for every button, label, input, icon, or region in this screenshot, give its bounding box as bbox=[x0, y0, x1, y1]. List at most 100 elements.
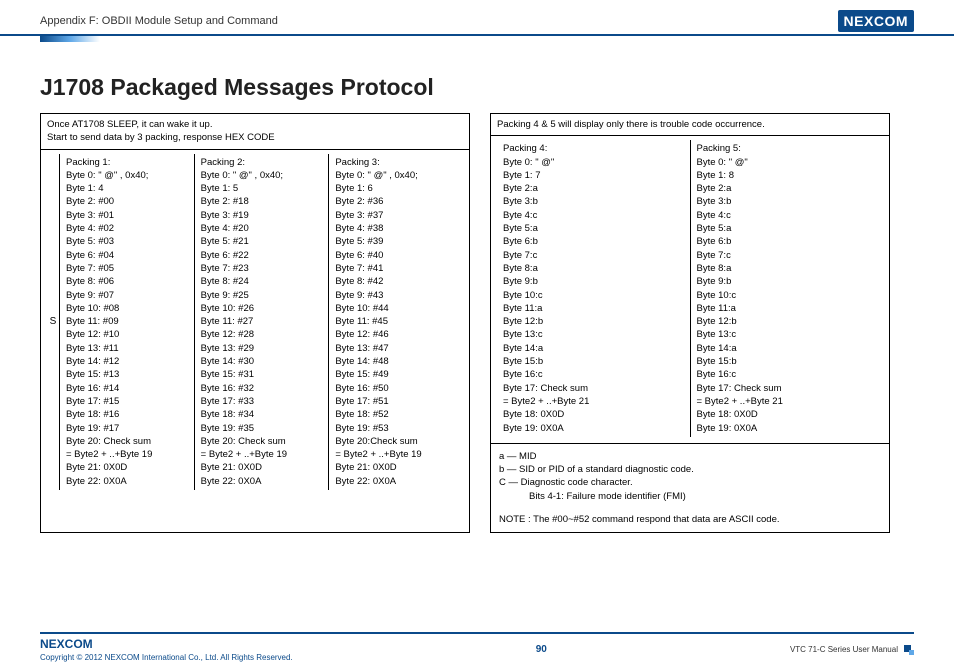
byte-line: Byte 1: 7 bbox=[503, 169, 684, 182]
byte-line: Byte 4:c bbox=[503, 209, 684, 222]
page-header: Appendix F: OBDII Module Setup and Comma… bbox=[0, 0, 954, 36]
byte-line: Byte 2:a bbox=[697, 182, 878, 195]
byte-line: Byte 14:a bbox=[697, 342, 878, 355]
byte-line: Byte 11:a bbox=[697, 302, 878, 315]
byte-line: Byte 19: 0X0A bbox=[503, 422, 684, 435]
page-footer: NEXCOM Copyright © 2012 NEXCOM Internati… bbox=[40, 632, 914, 662]
byte-line: Byte 15: #49 bbox=[335, 368, 457, 381]
content-area: Once AT1708 SLEEP, it can wake it up. St… bbox=[0, 113, 954, 533]
box1-header: Once AT1708 SLEEP, it can wake it up. St… bbox=[41, 114, 469, 150]
page-title: J1708 Packaged Messages Protocol bbox=[40, 74, 954, 101]
box1-body: S Packing 1:Byte 0: " @" , 0x40;Byte 1: … bbox=[41, 150, 469, 496]
byte-line: Byte 7: #41 bbox=[335, 262, 457, 275]
byte-line: Byte 6: #40 bbox=[335, 249, 457, 262]
byte-line: Packing 4: bbox=[503, 142, 684, 155]
byte-line: Byte 15:b bbox=[697, 355, 878, 368]
byte-line: Byte 18: #52 bbox=[335, 408, 457, 421]
byte-line: Byte 19: #35 bbox=[201, 422, 323, 435]
byte-line: Byte 18: #34 bbox=[201, 408, 323, 421]
byte-line: = Byte2 + ..+Byte 19 bbox=[201, 448, 323, 461]
byte-line: Byte 10: #08 bbox=[66, 302, 188, 315]
byte-line: Byte 5: #39 bbox=[335, 235, 457, 248]
byte-line: Byte 16: #50 bbox=[335, 382, 457, 395]
byte-line: Byte 21: 0X0D bbox=[335, 461, 457, 474]
page-number: 90 bbox=[536, 644, 547, 655]
byte-line: Byte 14: #12 bbox=[66, 355, 188, 368]
byte-line: Packing 3: bbox=[335, 156, 457, 169]
packing3-col: Packing 3:Byte 0: " @" , 0x40;Byte 1: 6B… bbox=[329, 154, 463, 490]
byte-line: Byte 18: #16 bbox=[66, 408, 188, 421]
byte-line: Byte 14:a bbox=[503, 342, 684, 355]
byte-line: Byte 9:b bbox=[697, 275, 878, 288]
byte-line: Byte 21: 0X0D bbox=[201, 461, 323, 474]
byte-line: Byte 16:c bbox=[503, 368, 684, 381]
legend-a: a — MID bbox=[499, 450, 881, 463]
packing5-col: Packing 5:Byte 0: " @"Byte 1: 8Byte 2:aB… bbox=[691, 140, 884, 437]
byte-line: Byte 5: #03 bbox=[66, 235, 188, 248]
byte-line: Byte 13:c bbox=[503, 328, 684, 341]
byte-line: = Byte2 + ..+Byte 21 bbox=[503, 395, 684, 408]
byte-line: Byte 20: Check sum bbox=[201, 435, 323, 448]
byte-line: Byte 6:b bbox=[503, 235, 684, 248]
byte-line: Byte 13: #47 bbox=[335, 342, 457, 355]
packing2-col: Packing 2:Byte 0: " @" , 0x40;Byte 1: 5B… bbox=[195, 154, 330, 490]
byte-line: Byte 10:c bbox=[503, 289, 684, 302]
byte-line: Byte 22: 0X0A bbox=[201, 475, 323, 488]
byte-line: Byte 4: #38 bbox=[335, 222, 457, 235]
byte-line: Byte 2: #36 bbox=[335, 195, 457, 208]
byte-line: Byte 9:b bbox=[503, 275, 684, 288]
byte-line: Byte 7: #23 bbox=[201, 262, 323, 275]
byte-line: Byte 17: #15 bbox=[66, 395, 188, 408]
byte-line: Byte 10: #26 bbox=[201, 302, 323, 315]
byte-line: Byte 6: #04 bbox=[66, 249, 188, 262]
byte-line: Byte 9: #07 bbox=[66, 289, 188, 302]
byte-line: Byte 13: #29 bbox=[201, 342, 323, 355]
byte-line: Byte 12: #28 bbox=[201, 328, 323, 341]
byte-line: Byte 22: 0X0A bbox=[335, 475, 457, 488]
byte-line: Byte 13:c bbox=[697, 328, 878, 341]
byte-line: Byte 19: #53 bbox=[335, 422, 457, 435]
byte-line: Packing 5: bbox=[697, 142, 878, 155]
byte-line: Byte 4:c bbox=[697, 209, 878, 222]
byte-line: Byte 17: Check sum bbox=[697, 382, 878, 395]
footer-icon bbox=[904, 645, 914, 655]
brand-logo: NEXCOM bbox=[838, 10, 914, 32]
byte-line: Byte 16:c bbox=[697, 368, 878, 381]
byte-line: Byte 10: #44 bbox=[335, 302, 457, 315]
protocol-box-1: Once AT1708 SLEEP, it can wake it up. St… bbox=[40, 113, 470, 533]
note-line: NOTE : The #00~#52 command respond that … bbox=[499, 513, 881, 526]
box2-body: Packing 4:Byte 0: " @"Byte 1: 7Byte 2:aB… bbox=[491, 136, 889, 443]
byte-line: Byte 10:c bbox=[697, 289, 878, 302]
byte-line: Byte 11:a bbox=[503, 302, 684, 315]
byte-line: Byte 3:b bbox=[503, 195, 684, 208]
byte-line: Byte 8: #24 bbox=[201, 275, 323, 288]
byte-line: = Byte2 + ..+Byte 19 bbox=[335, 448, 457, 461]
byte-line: Byte 18: 0X0D bbox=[697, 408, 878, 421]
byte-line: Byte 22: 0X0A bbox=[66, 475, 188, 488]
footer-left: NEXCOM Copyright © 2012 NEXCOM Internati… bbox=[40, 637, 293, 662]
byte-line: Byte 18: 0X0D bbox=[503, 408, 684, 421]
byte-line: Byte 1: 8 bbox=[697, 169, 878, 182]
packing4-col: Packing 4:Byte 0: " @"Byte 1: 7Byte 2:aB… bbox=[497, 140, 691, 437]
byte-line: Byte 12: #46 bbox=[335, 328, 457, 341]
byte-line: Byte 2: #00 bbox=[66, 195, 188, 208]
byte-line: Byte 0: " @" bbox=[503, 156, 684, 169]
byte-line: Byte 15: #13 bbox=[66, 368, 188, 381]
byte-line: Byte 6:b bbox=[697, 235, 878, 248]
byte-line: Byte 4: #02 bbox=[66, 222, 188, 235]
byte-line: Byte 12:b bbox=[503, 315, 684, 328]
byte-line: Byte 9: #25 bbox=[201, 289, 323, 302]
box1-top-line1: Once AT1708 SLEEP, it can wake it up. bbox=[47, 118, 463, 131]
byte-line: Byte 0: " @" , 0x40; bbox=[66, 169, 188, 182]
byte-line: Byte 11: #09 bbox=[66, 315, 188, 328]
legend-c2: Bits 4-1: Failure mode identifier (FMI) bbox=[499, 490, 881, 503]
byte-line: Byte 1: 4 bbox=[66, 182, 188, 195]
byte-line: Byte 0: " @" , 0x40; bbox=[201, 169, 323, 182]
byte-line: Byte 14: #30 bbox=[201, 355, 323, 368]
byte-line: Byte 5:a bbox=[697, 222, 878, 235]
byte-line: Byte 8: #42 bbox=[335, 275, 457, 288]
manual-name: VTC 71-C Series User Manual bbox=[790, 645, 898, 654]
byte-line: Byte 17: #51 bbox=[335, 395, 457, 408]
byte-line: Byte 11: #27 bbox=[201, 315, 323, 328]
byte-line: Packing 1: bbox=[66, 156, 188, 169]
